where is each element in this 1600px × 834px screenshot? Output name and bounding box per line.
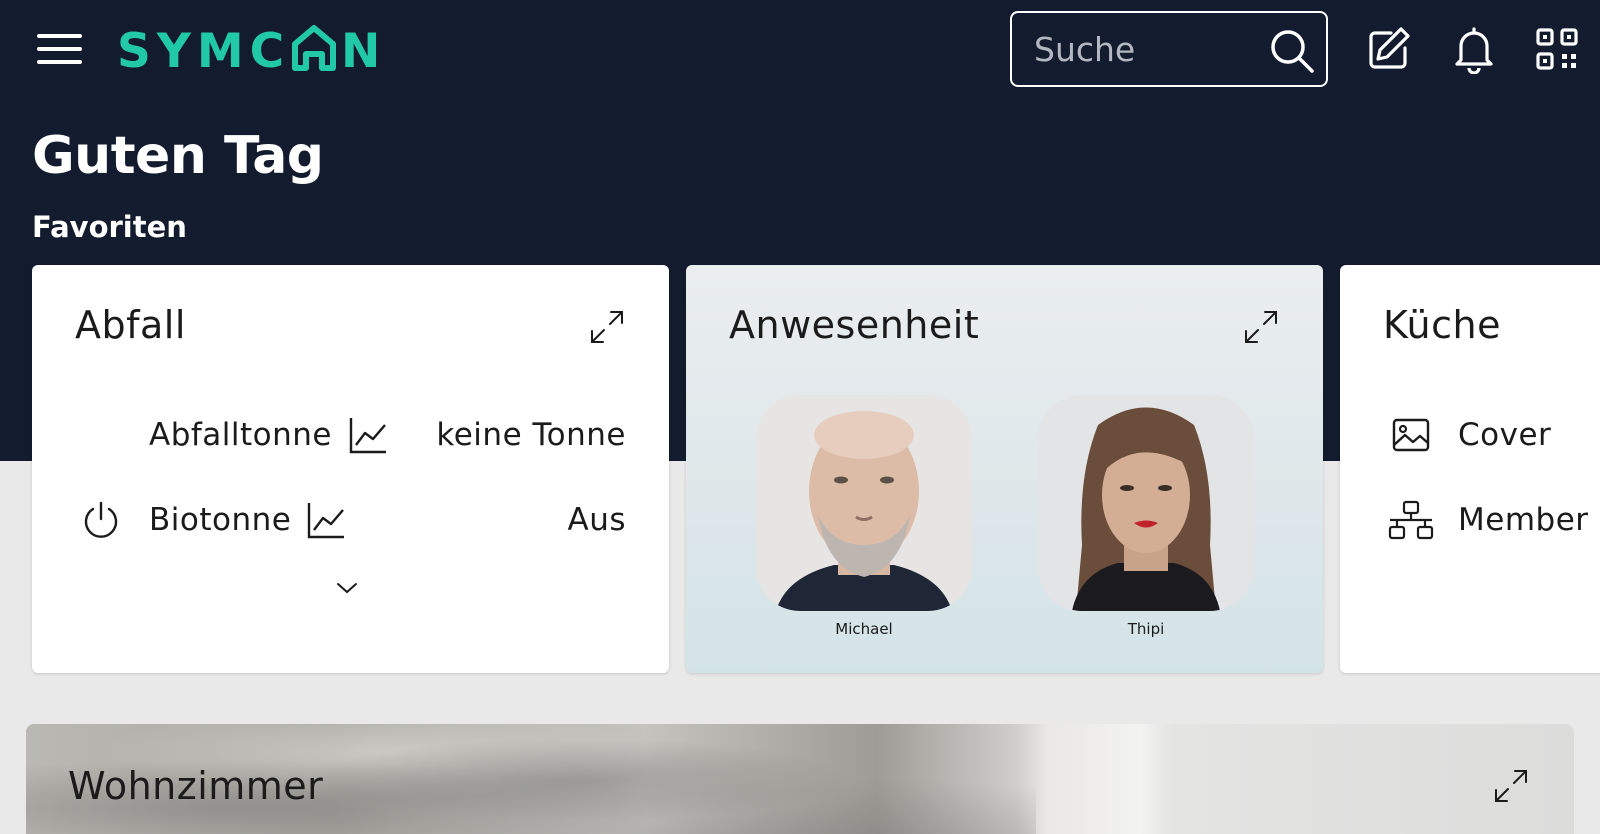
row-label: Member o [1458,502,1600,538]
search-icon[interactable] [1268,27,1316,75]
search-input[interactable] [1034,29,1264,69]
page-greeting: Guten Tag [32,126,324,186]
svg-text:N: N [341,24,380,74]
card-kueche[interactable]: Küche Cover Member o [1340,265,1600,673]
card-anwesenheit[interactable]: Anwesenheit Michael Thipi [686,265,1323,673]
card-title: Abfall [75,303,186,347]
expand-icon[interactable] [1243,309,1279,345]
chevron-down-icon[interactable] [335,580,359,596]
person-photo-michael [756,395,972,611]
chart-icon[interactable] [306,500,346,540]
expand-icon[interactable] [1493,768,1529,804]
svg-text:SYMC: SYMC [117,24,290,74]
chart-icon[interactable] [348,415,388,455]
favorites-heading: Favoriten [32,210,187,244]
symcon-logo[interactable]: SYMC N [117,22,389,74]
row-label: Abfalltonne [149,417,333,453]
row-label: Cover [1458,417,1552,453]
person-photo-thipi [1038,395,1254,611]
row-label: Biotonne [149,502,292,538]
list-item[interactable]: Abfalltonne keine Tonne [32,405,669,465]
person-name: Thipi [1127,620,1165,638]
expand-icon[interactable] [589,309,625,345]
row-value: Aus [567,502,626,538]
card-title: Wohnzimmer [68,764,324,808]
list-item[interactable]: Cover [1340,405,1600,465]
card-title: Anwesenheit [729,303,980,347]
card-title: Küche [1383,303,1501,347]
power-icon[interactable] [81,500,121,540]
card-abfall[interactable]: Abfall Abfalltonne keine Tonne Biotonne … [32,265,669,673]
edit-icon[interactable] [1363,24,1413,74]
image-icon[interactable] [1391,415,1431,455]
network-icon[interactable] [1388,500,1434,540]
menu-icon[interactable] [37,34,82,66]
logo-graphic: SYMC N [117,24,380,74]
row-value: keine Tonne [436,417,626,453]
bell-icon[interactable] [1449,24,1499,74]
search-box[interactable] [1010,11,1328,87]
card-wohnzimmer[interactable]: Wohnzimmer [26,724,1574,834]
qr-code-icon[interactable] [1532,24,1582,74]
avatar[interactable] [756,395,972,611]
person-name: Michael [835,620,893,638]
avatar[interactable] [1038,395,1254,611]
list-item[interactable]: Biotonne Aus [32,490,669,550]
list-item[interactable]: Member o [1340,490,1600,550]
